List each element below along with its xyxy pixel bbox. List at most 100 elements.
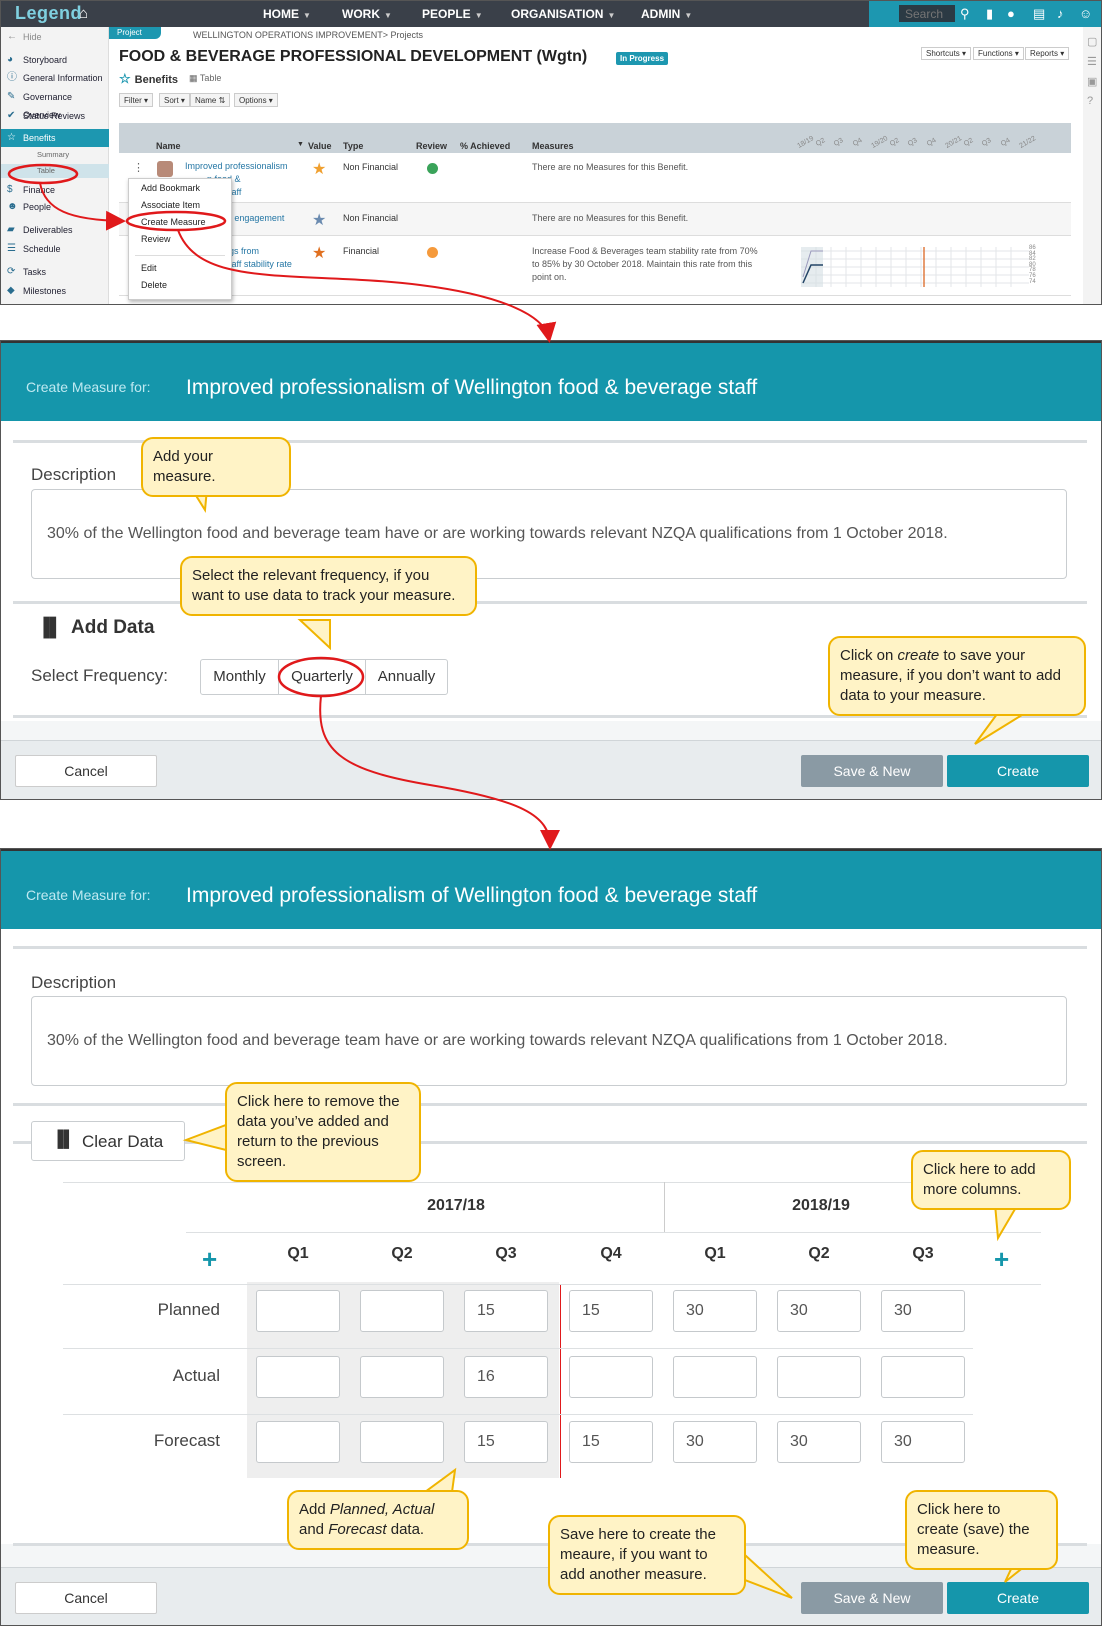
- dollar-icon: $: [7, 184, 13, 195]
- sidebar-item-finance[interactable]: $ Finance: [1, 181, 109, 199]
- star-outline-icon[interactable]: ☆: [119, 71, 131, 86]
- create-button[interactable]: Create: [947, 1582, 1089, 1614]
- frequency-quarterly-button[interactable]: Quarterly: [278, 659, 366, 695]
- sidebar-sub-summary[interactable]: Summary: [1, 148, 109, 162]
- benefit-name-link[interactable]: gs from: [229, 246, 259, 256]
- save-new-button[interactable]: Save & New: [801, 755, 943, 787]
- sidebar-item-people[interactable]: ☻ People: [1, 198, 109, 216]
- sort-desc-icon[interactable]: ▼: [297, 141, 304, 148]
- sidebar-item-general-information[interactable]: ⓘ General Information: [1, 69, 109, 87]
- callout-create: Click on create to save your measure, if…: [828, 636, 1086, 716]
- menu-delete[interactable]: Delete: [141, 280, 167, 290]
- benefit-name-link[interactable]: ff engagement: [227, 213, 284, 223]
- data-input-planned[interactable]: 15: [569, 1290, 653, 1332]
- app-logo[interactable]: Legend: [15, 3, 82, 24]
- menu-associate-item[interactable]: Associate Item: [141, 200, 200, 210]
- comment-icon[interactable]: ▢: [1087, 35, 1097, 48]
- list-icon[interactable]: ☰: [1087, 55, 1097, 68]
- data-input-planned[interactable]: 30: [777, 1290, 861, 1332]
- menu-add-bookmark[interactable]: Add Bookmark: [141, 183, 200, 193]
- sidebar-item-milestones[interactable]: ◆ Milestones: [1, 282, 109, 300]
- functions-button[interactable]: Functions ▾: [973, 47, 1024, 60]
- data-input-actual[interactable]: [256, 1356, 340, 1398]
- data-input-forecast[interactable]: [360, 1421, 444, 1463]
- frequency-monthly-button[interactable]: Monthly: [200, 659, 279, 695]
- data-input-actual[interactable]: [881, 1356, 965, 1398]
- sidebar-item-status-reviews[interactable]: ✔ Status Reviews: [1, 107, 109, 125]
- data-input-planned[interactable]: [360, 1290, 444, 1332]
- benefit-name-link[interactable]: taff stability rate: [229, 259, 292, 269]
- data-input-planned[interactable]: 15: [464, 1290, 548, 1332]
- row-label-forecast: Forecast: [153, 1431, 220, 1450]
- nav-admin[interactable]: ADMIN ▼: [641, 7, 692, 21]
- shortcuts-button[interactable]: Shortcuts ▾: [921, 47, 972, 60]
- nav-people[interactable]: PEOPLE ▼: [422, 7, 483, 21]
- sidebar-item-deliverables[interactable]: ▰ Deliverables: [1, 221, 109, 239]
- col-type[interactable]: Type: [343, 141, 363, 151]
- chat-icon[interactable]: ●: [1007, 6, 1015, 21]
- save-new-button[interactable]: Save & New: [801, 1582, 943, 1614]
- data-input-forecast[interactable]: 30: [673, 1421, 757, 1463]
- menu-review[interactable]: Review: [141, 234, 171, 244]
- sort-button[interactable]: Sort ▾: [159, 93, 190, 107]
- data-input-forecast[interactable]: 30: [881, 1421, 965, 1463]
- data-input-planned[interactable]: 30: [673, 1290, 757, 1332]
- data-input-forecast[interactable]: 30: [777, 1421, 861, 1463]
- filter-button[interactable]: Filter ▾: [119, 93, 154, 107]
- add-column-right-icon[interactable]: +: [994, 1244, 1009, 1275]
- quarter-header: Q2: [391, 1245, 413, 1262]
- search-input[interactable]: [899, 5, 955, 22]
- user-icon[interactable]: ☺: [1079, 6, 1092, 21]
- frequency-annually-button[interactable]: Annually: [365, 659, 448, 695]
- data-input-planned[interactable]: 30: [881, 1290, 965, 1332]
- add-column-left-icon[interactable]: +: [202, 1244, 217, 1275]
- cancel-button[interactable]: Cancel: [15, 1582, 157, 1614]
- home-icon[interactable]: ⌂: [79, 5, 88, 22]
- nav-work[interactable]: WORK ▼: [342, 7, 392, 21]
- data-input-forecast[interactable]: [256, 1421, 340, 1463]
- help-icon[interactable]: ?: [1087, 95, 1093, 107]
- sidebar-item-governance-overview[interactable]: ✎ Governance Overview: [1, 88, 109, 120]
- data-input-planned[interactable]: [256, 1290, 340, 1332]
- bookmark-icon[interactable]: ▮: [986, 6, 993, 22]
- data-input-forecast[interactable]: 15: [569, 1421, 653, 1463]
- nav-home[interactable]: HOME ▼: [263, 7, 311, 21]
- measures-cell: to 85% by 30 October 2018. Maintain this…: [532, 259, 753, 269]
- col-measures[interactable]: Measures: [532, 141, 574, 151]
- document-icon[interactable]: ▤: [1033, 6, 1045, 22]
- reports-button[interactable]: Reports ▾: [1025, 47, 1070, 60]
- sidebar-hide[interactable]: ← Hide: [1, 28, 109, 46]
- bell-icon[interactable]: ♪: [1057, 6, 1064, 21]
- data-input-actual[interactable]: 16: [464, 1356, 548, 1398]
- star-icon: ☆: [7, 132, 16, 143]
- sidebar-item-tasks[interactable]: ⟳ Tasks: [1, 263, 109, 281]
- data-input-actual[interactable]: [777, 1356, 861, 1398]
- nav-organisation[interactable]: ORGANISATION ▼: [511, 7, 615, 21]
- clear-data-button[interactable]: ▐▌ Clear Data: [31, 1121, 185, 1161]
- sidebar-item-storyboard[interactable]: ◕ Storyboard: [1, 51, 109, 69]
- data-input-actual[interactable]: [673, 1356, 757, 1398]
- menu-edit[interactable]: Edit: [141, 263, 157, 273]
- sidebar-sub-table[interactable]: Table: [1, 164, 109, 178]
- col-review[interactable]: Review: [416, 141, 447, 151]
- row-menu-icon[interactable]: ⋮: [133, 161, 144, 174]
- breadcrumb[interactable]: WELLINGTON OPERATIONS IMPROVEMENT> Proje…: [193, 30, 423, 40]
- sidebar-item-schedule[interactable]: ☰ Schedule: [1, 240, 109, 258]
- description-field[interactable]: 30% of the Wellington food and beverage …: [31, 996, 1067, 1086]
- data-input-actual[interactable]: [360, 1356, 444, 1398]
- col-achieved[interactable]: % Achieved: [460, 141, 510, 151]
- search-icon[interactable]: ⚲: [960, 6, 970, 22]
- sort-name-button[interactable]: Name ⇅: [190, 93, 231, 107]
- cancel-button[interactable]: Cancel: [15, 755, 157, 787]
- create-button[interactable]: Create: [947, 755, 1089, 787]
- benefit-name-link[interactable]: Improved professionalism: [185, 161, 288, 171]
- sidebar-item-benefits[interactable]: ☆ Benefits: [1, 129, 109, 147]
- lock-icon[interactable]: ▣: [1087, 75, 1097, 88]
- data-input-actual[interactable]: [569, 1356, 653, 1398]
- options-button[interactable]: Options ▾: [234, 93, 278, 107]
- col-name[interactable]: Name: [156, 141, 181, 151]
- view-label[interactable]: ▦ Table: [189, 73, 221, 84]
- menu-create-measure[interactable]: Create Measure: [141, 217, 206, 227]
- col-value[interactable]: Value: [308, 141, 332, 151]
- data-input-forecast[interactable]: 15: [464, 1421, 548, 1463]
